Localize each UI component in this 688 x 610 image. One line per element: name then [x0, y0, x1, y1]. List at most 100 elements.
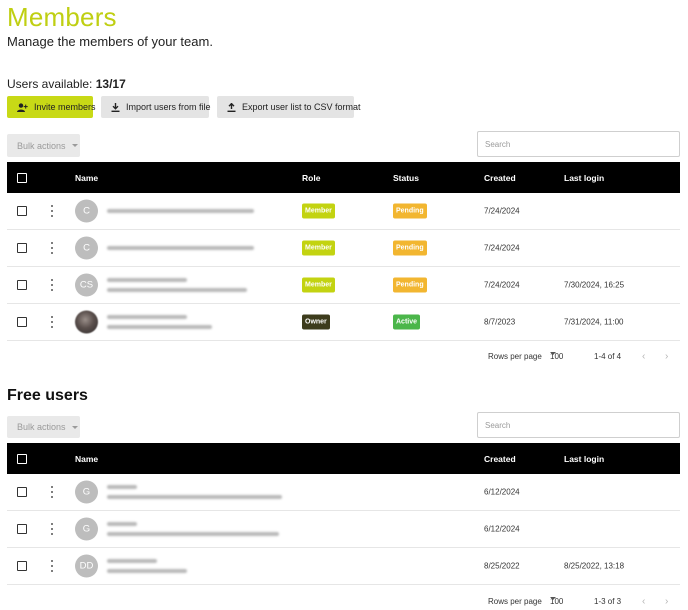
page-range: 1-4 of 4 [594, 352, 622, 361]
last-login: 8/25/2022, 13:18 [564, 561, 625, 571]
user-name-blurred [107, 559, 187, 573]
avatar: G [75, 517, 98, 541]
user-name-blurred [107, 278, 247, 292]
role-badge: Member [302, 203, 335, 219]
chevron-left-icon[interactable]: ‹ [642, 351, 645, 362]
column-created[interactable]: Created [484, 454, 516, 464]
created-date: 8/7/2023 [484, 317, 516, 327]
column-status[interactable]: Status [393, 173, 419, 183]
kebab-icon[interactable] [50, 486, 54, 498]
status-badge: Pending [393, 277, 427, 293]
search-placeholder: Search [485, 420, 511, 430]
kebab-icon[interactable] [50, 242, 54, 254]
caret-down-icon [550, 597, 556, 600]
bulk-actions-label: Bulk actions [17, 140, 66, 151]
users-available: Users available: 13/17 [7, 77, 126, 91]
free-users-table-header: Name Created Last login [7, 443, 680, 474]
caret-down-icon [550, 352, 556, 355]
page-range: 1-3 of 3 [594, 597, 622, 606]
column-role[interactable]: Role [302, 173, 320, 183]
status-badge: Pending [393, 240, 427, 256]
table-row[interactable]: G 6/12/2024 [7, 474, 680, 511]
kebab-icon[interactable] [50, 205, 54, 217]
column-name[interactable]: Name [75, 454, 98, 464]
page-title: Members [7, 2, 117, 32]
free-users-search-input[interactable]: Search [477, 412, 680, 438]
table-row[interactable]: CS Member Pending 7/24/2024 7/30/2024, 1… [7, 267, 680, 304]
avatar: C [75, 199, 98, 223]
free-users-title: Free users [7, 387, 88, 404]
avatar: G [75, 480, 98, 504]
table-row[interactable]: C Member Pending 7/24/2024 [7, 230, 680, 267]
members-bulk-actions[interactable]: Bulk actions [7, 134, 80, 157]
page-subtitle: Manage the members of your team. [7, 34, 213, 49]
row-checkbox[interactable] [17, 524, 27, 534]
row-checkbox[interactable] [17, 561, 27, 571]
user-name-blurred [107, 522, 279, 536]
created-date: 7/24/2024 [484, 243, 520, 253]
search-placeholder: Search [485, 139, 511, 149]
role-badge: Member [302, 240, 335, 256]
kebab-icon[interactable] [50, 279, 54, 291]
user-name-blurred [107, 209, 254, 213]
caret-down-icon [71, 425, 78, 429]
upload-icon [227, 102, 236, 112]
chevron-right-icon[interactable]: › [665, 596, 668, 607]
table-row[interactable]: Owner Active 8/7/2023 7/31/2024, 11:00 [7, 304, 680, 341]
export-csv-button[interactable]: Export user list to CSV format [217, 96, 361, 118]
free-users-bulk-actions[interactable]: Bulk actions [7, 416, 80, 438]
row-checkbox[interactable] [17, 206, 27, 216]
kebab-icon[interactable] [50, 316, 54, 328]
user-name-blurred [107, 246, 254, 250]
row-checkbox[interactable] [17, 243, 27, 253]
avatar: DD [75, 554, 98, 578]
user-name-blurred [107, 315, 212, 329]
role-badge: Member [302, 277, 335, 293]
created-date: 7/24/2024 [484, 280, 520, 290]
select-all-checkbox[interactable] [17, 172, 27, 183]
users-available-value: 13/17 [95, 77, 126, 91]
members-table-header: Name Role Status Created Last login [7, 162, 680, 193]
column-last-login[interactable]: Last login [564, 454, 604, 464]
created-date: 6/12/2024 [484, 524, 520, 534]
row-checkbox[interactable] [17, 317, 27, 327]
avatar: C [75, 236, 98, 260]
users-available-label: Users available: [7, 77, 93, 91]
members-search-input[interactable]: Search [477, 131, 680, 157]
column-created[interactable]: Created [484, 173, 516, 183]
invite-members-button[interactable]: Invite members [7, 96, 96, 118]
status-badge: Active [393, 314, 421, 330]
avatar: CS [75, 273, 98, 297]
table-row[interactable]: C Member Pending 7/24/2024 [7, 193, 680, 230]
last-login: 7/31/2024, 11:00 [564, 317, 624, 327]
invite-members-label: Invite members [34, 102, 96, 112]
user-name-blurred [107, 485, 282, 499]
export-csv-label: Export user list to CSV format [242, 102, 361, 112]
chevron-right-icon[interactable]: › [665, 351, 668, 362]
row-checkbox[interactable] [17, 487, 27, 497]
import-users-button[interactable]: Import users from file [101, 96, 211, 118]
download-icon [111, 102, 120, 112]
row-checkbox[interactable] [17, 280, 27, 290]
last-login: 7/30/2024, 16:25 [564, 280, 625, 290]
caret-down-icon [71, 144, 78, 147]
add-user-icon [17, 102, 28, 112]
created-date: 7/24/2024 [484, 206, 520, 216]
avatar [75, 310, 98, 334]
bulk-actions-label: Bulk actions [17, 422, 66, 432]
status-badge: Pending [393, 203, 427, 219]
column-last-login[interactable]: Last login [564, 173, 604, 183]
created-date: 8/25/2022 [484, 561, 520, 571]
table-row[interactable]: DD 8/25/2022 8/25/2022, 13:18 [7, 548, 680, 585]
import-users-label: Import users from file [126, 102, 211, 112]
rows-per-page-label: Rows per page [488, 597, 542, 606]
role-badge: Owner [302, 314, 330, 330]
column-name[interactable]: Name [75, 173, 98, 183]
rows-per-page-label: Rows per page [488, 352, 542, 361]
table-row[interactable]: G 6/12/2024 [7, 511, 680, 548]
kebab-icon[interactable] [50, 523, 54, 535]
kebab-icon[interactable] [50, 560, 54, 572]
select-all-checkbox[interactable] [17, 453, 27, 464]
chevron-left-icon[interactable]: ‹ [642, 596, 645, 607]
created-date: 6/12/2024 [484, 487, 520, 497]
